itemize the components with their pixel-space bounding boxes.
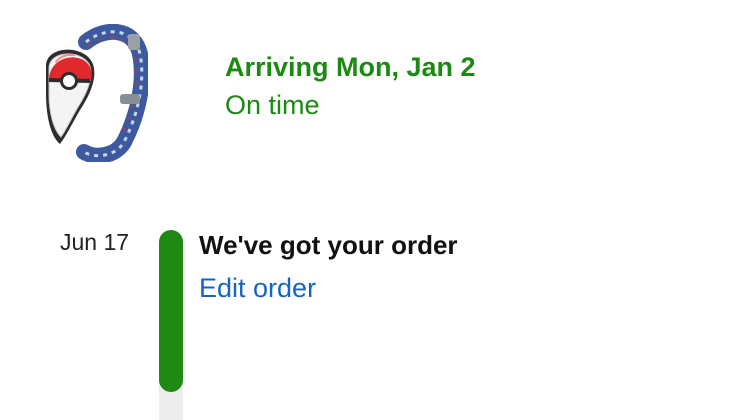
timeline-event-date: Jun 17: [60, 229, 130, 255]
timeline-event-title: We've got your order: [199, 230, 458, 260]
edit-order-link[interactable]: Edit order: [199, 273, 316, 304]
timeline-progress-bar: [159, 230, 183, 392]
product-image[interactable]: [36, 23, 150, 164]
poke-ball-wristband-icon: [46, 23, 150, 164]
delivery-status: On time: [225, 90, 320, 120]
arrival-date: Arriving Mon, Jan 2: [225, 52, 476, 82]
